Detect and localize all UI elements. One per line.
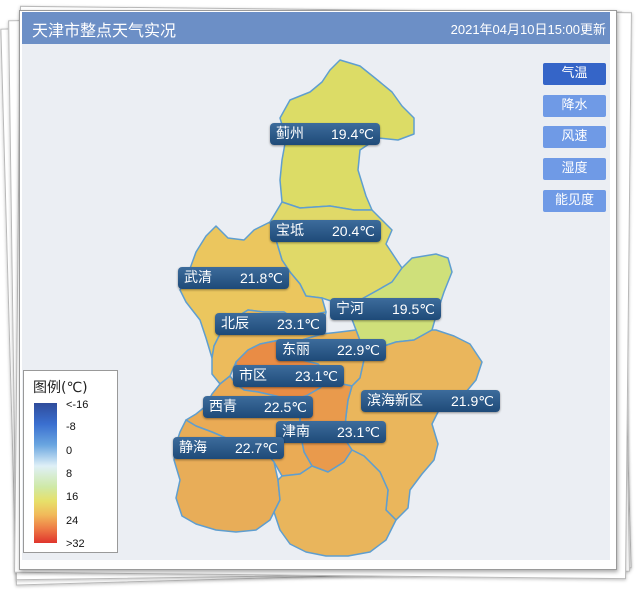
- legend-tick: >32: [66, 538, 85, 550]
- district-temp: 20.4℃: [332, 223, 375, 239]
- wind-speed-button[interactable]: 风速: [543, 126, 606, 148]
- district-label-jinghai[interactable]: 静海 22.7℃: [173, 437, 284, 459]
- district-label-shiqu[interactable]: 市区 23.1℃: [233, 365, 344, 387]
- update-time: 2021年04月10日15:00更新: [450, 22, 606, 37]
- legend-tick: 16: [66, 491, 79, 503]
- legend-tick: <-16: [66, 399, 89, 411]
- legend-tick: -8: [66, 421, 76, 433]
- district-temp: 23.1℃: [337, 424, 380, 440]
- district-temp: 22.7℃: [235, 440, 278, 456]
- temperature-legend: 图例(℃) <-16 -8 0 8 16 24 >32: [23, 370, 118, 553]
- district-name: 津南: [282, 424, 310, 440]
- district-label-baodi[interactable]: 宝坻 20.4℃: [270, 220, 381, 242]
- district-label-beichen[interactable]: 北辰 23.1℃: [215, 313, 326, 335]
- district-name: 蓟州: [276, 126, 304, 142]
- district-label-jinnan[interactable]: 津南 23.1℃: [276, 421, 386, 443]
- header-bar: 天津市整点天气实况 2021年04月10日15:00更新: [22, 12, 610, 44]
- visibility-button[interactable]: 能见度: [543, 190, 606, 212]
- district-label-wuqing[interactable]: 武清 21.8℃: [178, 267, 289, 289]
- district-name: 东丽: [282, 342, 310, 358]
- temperature-button[interactable]: 气温: [543, 63, 606, 85]
- district-name: 西青: [209, 399, 237, 415]
- district-name: 宝坻: [276, 223, 304, 239]
- district-temp: 19.4℃: [331, 126, 374, 142]
- legend-title: 图例(℃): [33, 380, 88, 396]
- legend-tick: 24: [66, 515, 79, 527]
- legend-tick: 0: [66, 445, 73, 457]
- district-name: 武清: [184, 270, 212, 286]
- district-temp: 23.1℃: [277, 316, 320, 332]
- district-name: 北辰: [221, 316, 249, 332]
- district-label-xiqing[interactable]: 西青 22.5℃: [203, 396, 313, 418]
- humidity-button[interactable]: 湿度: [543, 158, 606, 180]
- district-name: 静海: [179, 440, 207, 456]
- district-label-binhai[interactable]: 滨海新区 21.9℃: [361, 390, 500, 412]
- district-temp: 23.1℃: [295, 368, 338, 384]
- district-name: 滨海新区: [367, 393, 423, 409]
- district-temp: 21.8℃: [240, 270, 283, 286]
- district-temp: 22.9℃: [337, 342, 380, 358]
- district-name: 宁河: [336, 301, 364, 317]
- page-title: 天津市整点天气实况: [32, 21, 177, 40]
- district-name: 市区: [239, 368, 267, 384]
- district-label-jizhou[interactable]: 蓟州 19.4℃: [270, 123, 380, 145]
- legend-color-bar: [34, 403, 57, 543]
- district-temp: 22.5℃: [264, 399, 307, 415]
- district-temp: 21.9℃: [451, 393, 494, 409]
- district-temp: 19.5℃: [392, 301, 435, 317]
- district-label-ninghe[interactable]: 宁河 19.5℃: [330, 298, 441, 320]
- legend-tick: 8: [66, 468, 73, 480]
- precipitation-button[interactable]: 降水: [543, 95, 606, 117]
- district-label-dongli[interactable]: 东丽 22.9℃: [276, 339, 386, 361]
